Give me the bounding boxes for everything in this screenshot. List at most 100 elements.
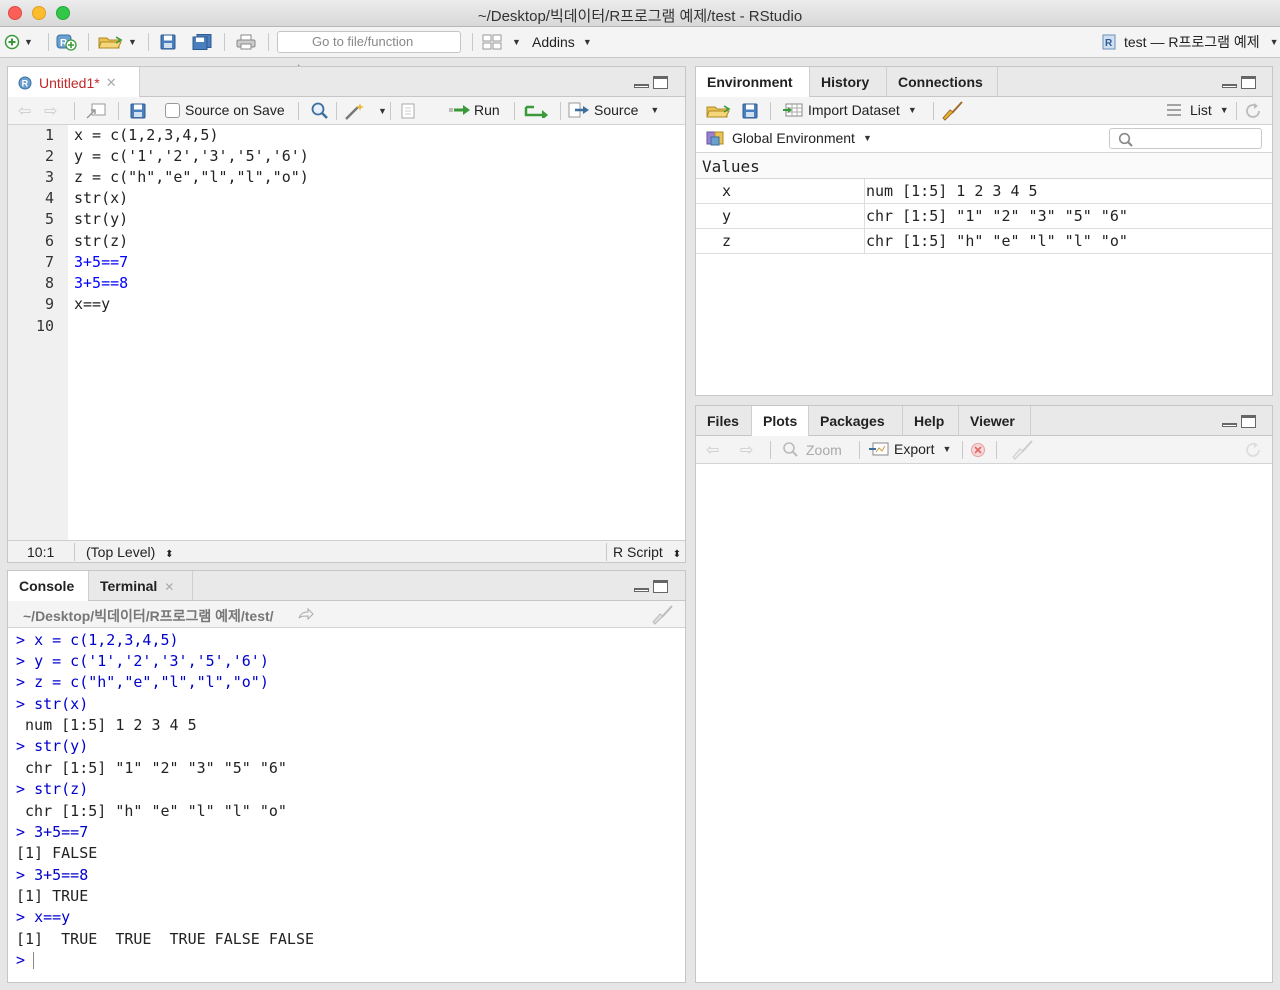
addins-menu[interactable]: Addins ▼ bbox=[532, 33, 592, 51]
search-icon[interactable] bbox=[311, 102, 329, 120]
show-in-window-icon[interactable] bbox=[86, 103, 106, 119]
console-minmax-controls[interactable] bbox=[634, 580, 668, 594]
project-menu[interactable]: R test — R프로그램 예제 ▼ bbox=[1100, 33, 1279, 51]
go-to-directory-icon[interactable] bbox=[298, 608, 314, 620]
tab-files[interactable]: Files bbox=[696, 406, 752, 436]
document-outline-icon[interactable] bbox=[400, 103, 416, 119]
cursor-position: 10:1 bbox=[27, 544, 55, 560]
line-number: 4 bbox=[44, 189, 54, 207]
next-plot-arrow-icon[interactable]: ⇨ bbox=[740, 440, 753, 460]
tab-packages[interactable]: Packages bbox=[809, 406, 903, 436]
pane-layout-button[interactable]: ▼ bbox=[482, 33, 521, 51]
new-project-icon: R bbox=[56, 34, 77, 51]
file-type-label: R Script bbox=[613, 544, 663, 560]
console-pane: Console Terminal ✕ ~/Desktop/빅데이터/R프로그램 … bbox=[7, 570, 686, 983]
save-icon[interactable] bbox=[130, 103, 146, 119]
chevron-down-icon[interactable]: ▼ bbox=[378, 106, 387, 116]
tab-viewer[interactable]: Viewer bbox=[959, 406, 1031, 436]
tab-untitled1[interactable]: R Untitled1* ✕ bbox=[8, 67, 140, 98]
table-import-icon bbox=[783, 103, 803, 117]
file-type-selector[interactable]: R Script ⬍ bbox=[613, 544, 681, 560]
variable-value: chr [1:5] "1" "2" "3" "5" "6" bbox=[866, 207, 1128, 225]
chevron-down-icon: ▼ bbox=[582, 37, 592, 47]
load-workspace-icon[interactable] bbox=[706, 103, 732, 119]
rerun-icon[interactable] bbox=[524, 104, 550, 118]
tab-history[interactable]: History bbox=[810, 67, 887, 97]
source-button[interactable]: Source ▼ bbox=[568, 102, 659, 118]
console-path-bar: ~/Desktop/빅데이터/R프로그램 예제/test/ bbox=[8, 601, 685, 628]
console-tab-bar: Console Terminal ✕ bbox=[8, 571, 685, 602]
forward-arrow-icon[interactable]: ⇨ bbox=[44, 101, 57, 121]
tab-label: Environment bbox=[707, 74, 793, 90]
tab-connections[interactable]: Connections bbox=[887, 67, 998, 97]
clear-objects-broom-icon[interactable] bbox=[942, 101, 964, 121]
line-number: 2 bbox=[44, 147, 54, 165]
editor-toolbar: ⇦ ⇨ Source on Save ▼ Run Source ▼ bbox=[8, 97, 685, 125]
env-minmax-controls[interactable] bbox=[1222, 76, 1256, 90]
close-tab-icon[interactable]: ✕ bbox=[106, 68, 117, 98]
updown-chevron-icon: ⬍ bbox=[165, 549, 174, 560]
environment-search-input[interactable] bbox=[1109, 128, 1262, 149]
save-button[interactable] bbox=[160, 33, 176, 51]
close-tab-icon[interactable]: ✕ bbox=[164, 580, 174, 594]
tab-plots[interactable]: Plots bbox=[752, 406, 809, 437]
chevron-down-icon: ▼ bbox=[24, 37, 33, 47]
zoom-button[interactable]: Zoom bbox=[782, 441, 842, 459]
tab-console[interactable]: Console bbox=[8, 571, 89, 602]
tab-terminal[interactable]: Terminal ✕ bbox=[89, 571, 193, 601]
tab-help[interactable]: Help bbox=[903, 406, 959, 436]
open-file-button[interactable]: ▼ bbox=[98, 33, 137, 51]
code-line: 3+5==8 bbox=[74, 274, 129, 292]
source-label: Source bbox=[594, 102, 639, 118]
updown-chevron-icon: ⬍ bbox=[672, 549, 682, 560]
tab-label: Viewer bbox=[970, 413, 1015, 429]
console-line: > y = c('1','2','3','5','6') bbox=[16, 652, 269, 670]
import-dataset-label: Import Dataset bbox=[808, 102, 900, 118]
environment-row[interactable]: z chr [1:5] "h" "e" "l" "l" "o" bbox=[696, 229, 1272, 254]
code-line: y = c('1','2','3','5','6') bbox=[74, 147, 309, 165]
import-dataset-button[interactable]: Import Dataset ▼ bbox=[782, 102, 917, 118]
goto-placeholder: Go to file/function bbox=[312, 34, 414, 49]
tab-label: Files bbox=[707, 413, 739, 429]
previous-plot-arrow-icon[interactable]: ⇦ bbox=[706, 440, 719, 460]
scope-selector[interactable]: (Top Level) ⬍ bbox=[86, 544, 174, 560]
refresh-icon[interactable] bbox=[1244, 441, 1262, 459]
tab-label: Connections bbox=[898, 74, 983, 90]
remove-plot-icon[interactable] bbox=[970, 442, 986, 458]
plot-viewport[interactable] bbox=[696, 464, 1272, 982]
run-button[interactable]: Run bbox=[448, 102, 500, 118]
source-on-save-checkbox[interactable] bbox=[165, 103, 180, 118]
refresh-icon[interactable] bbox=[1244, 102, 1262, 120]
clear-plots-broom-icon[interactable] bbox=[1012, 440, 1034, 460]
console-line: chr [1:5] "1" "2" "3" "5" "6" bbox=[16, 759, 287, 777]
console-line: chr [1:5] "h" "e" "l" "l" "o" bbox=[16, 802, 287, 820]
view-mode-list-dropdown[interactable]: List ▼ bbox=[1166, 102, 1229, 118]
export-button[interactable]: Export ▼ bbox=[868, 441, 951, 457]
variable-name: z bbox=[722, 232, 732, 250]
main-toolbar: ▼ R ▼ Go to file/function ▼ Addins ▼ R t… bbox=[0, 27, 1280, 75]
environment-row[interactable]: x num [1:5] 1 2 3 4 5 bbox=[696, 179, 1272, 204]
console-output[interactable]: > x = c(1,2,3,4,5) > y = c('1','2','3','… bbox=[8, 629, 685, 982]
editor-minmax-controls[interactable] bbox=[634, 76, 668, 90]
print-button[interactable] bbox=[236, 33, 256, 51]
code-editor[interactable]: x = c(1,2,3,4,5) y = c('1','2','3','5','… bbox=[68, 125, 685, 540]
environment-scope-dropdown[interactable]: Global Environment ▼ bbox=[706, 130, 872, 146]
back-arrow-icon[interactable]: ⇦ bbox=[18, 101, 31, 121]
line-number: 7 bbox=[44, 253, 54, 271]
folder-open-icon bbox=[98, 36, 123, 49]
environment-row[interactable]: y chr [1:5] "1" "2" "3" "5" "6" bbox=[696, 204, 1272, 229]
clear-console-broom-icon[interactable] bbox=[652, 605, 674, 625]
goto-file-function-input[interactable]: Go to file/function bbox=[277, 31, 461, 53]
chevron-down-icon: ▼ bbox=[862, 133, 872, 143]
tab-environment[interactable]: Environment bbox=[696, 67, 810, 98]
environment-tab-bar: Environment History Connections bbox=[696, 67, 1272, 98]
save-all-button[interactable] bbox=[192, 33, 212, 51]
new-project-button[interactable]: R bbox=[56, 33, 78, 51]
files-minmax-controls[interactable] bbox=[1222, 415, 1256, 429]
save-workspace-icon[interactable] bbox=[742, 103, 758, 119]
chevron-down-icon: ▼ bbox=[942, 444, 952, 454]
environment-toolbar: Import Dataset ▼ List ▼ bbox=[696, 97, 1272, 125]
new-file-button[interactable]: ▼ bbox=[4, 33, 33, 51]
magic-wand-icon[interactable] bbox=[344, 101, 366, 121]
code-line: 3+5==7 bbox=[74, 253, 129, 271]
